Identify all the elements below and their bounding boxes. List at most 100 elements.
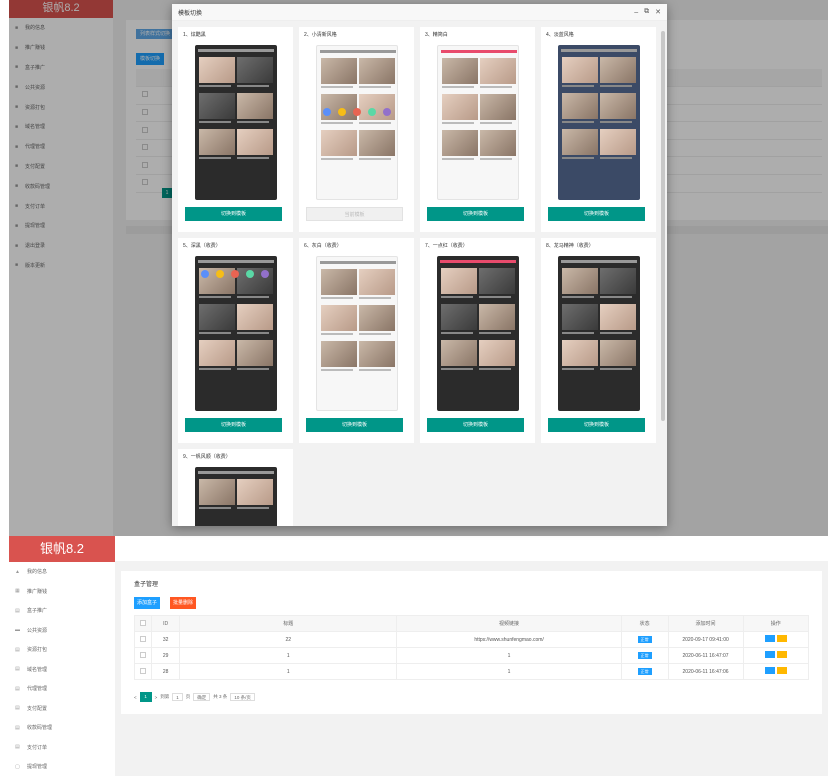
preview-caption bbox=[480, 158, 512, 160]
select-all-checkbox[interactable] bbox=[140, 619, 147, 626]
preview-category-dot bbox=[201, 270, 209, 278]
template-preview-image bbox=[437, 256, 519, 411]
preview-caption bbox=[441, 368, 473, 370]
row-id: 32 bbox=[151, 631, 181, 648]
row-checkbox[interactable] bbox=[133, 663, 153, 680]
template-preview-image bbox=[195, 45, 277, 200]
add-box-button[interactable]: 添加盒子 bbox=[134, 597, 161, 609]
preview-caption bbox=[237, 332, 269, 334]
switch-template-button[interactable]: 切换到模板 bbox=[306, 418, 403, 432]
template-card-title: 4、淡蓝风格 bbox=[546, 32, 574, 38]
sidebar-item[interactable]: ▤ 支付配置 bbox=[9, 699, 115, 719]
preview-photo bbox=[441, 304, 477, 330]
sidebar-item[interactable]: ▲ 我的信息 bbox=[9, 562, 115, 582]
template-card: 8、龙马精神（收费） 切换到模板 bbox=[541, 238, 656, 443]
sidebar-item[interactable]: ▤ 收款码管理 bbox=[9, 718, 115, 738]
preview-caption bbox=[321, 369, 353, 371]
status-badge[interactable]: 正常 bbox=[637, 636, 652, 643]
sidebar-item[interactable]: ▤ 域名管理 bbox=[9, 660, 115, 680]
switch-template-button[interactable]: 切换到模板 bbox=[185, 418, 282, 432]
row-checkbox[interactable] bbox=[133, 631, 153, 648]
close-icon[interactable]: ✕ bbox=[655, 8, 661, 16]
template-card-title: 2、小清新风格 bbox=[304, 32, 337, 38]
switch-template-button[interactable]: 切换到模板 bbox=[427, 207, 524, 221]
row-link: 1 bbox=[396, 663, 622, 680]
main-content: 盒子管理 添加盒子 批量删除 ID 标题 视频链接 状态 添加时间 操作 32 22 https… bbox=[115, 561, 828, 776]
row-title: 1 bbox=[179, 663, 398, 680]
switch-template-button[interactable]: 切换到模板 bbox=[548, 418, 645, 432]
preview-caption bbox=[321, 158, 353, 160]
edit-icon[interactable] bbox=[764, 651, 775, 658]
sidebar-item[interactable]: ▤ 代理管理 bbox=[9, 679, 115, 699]
prev-page-button[interactable]: < bbox=[134, 695, 137, 700]
preview-photo bbox=[359, 305, 395, 331]
switch-template-button[interactable]: 切换到模板 bbox=[548, 207, 645, 221]
template-card-title: 9、一帆风顺（收费） bbox=[183, 454, 231, 460]
template-card: 2、小清新风格 当前模板 bbox=[299, 27, 414, 232]
sidebar: 银帆8.2 ▲ 我的信息 ▦ 推广赚钱 ▤ 盒子推广 ▬ 公共资源 ▤ 资源打包 ▤ 域名管理 ▤ 代理管… bbox=[9, 536, 115, 776]
preview-header-bar bbox=[561, 260, 637, 263]
share-icon[interactable] bbox=[776, 651, 787, 658]
row-actions bbox=[742, 631, 810, 648]
preview-photo bbox=[359, 130, 395, 156]
sidebar-item[interactable]: ▢ 提现管理 bbox=[9, 757, 115, 776]
preview-photo bbox=[562, 340, 598, 366]
page-input[interactable]: 1 bbox=[172, 693, 183, 701]
preview-caption bbox=[359, 297, 391, 299]
preview-caption bbox=[237, 85, 269, 87]
confirm-button[interactable]: 确定 bbox=[193, 693, 211, 701]
preview-caption bbox=[600, 85, 632, 87]
sidebar-item[interactable]: ▦ 推广赚钱 bbox=[9, 582, 115, 602]
switch-template-button[interactable]: 切换到模板 bbox=[185, 207, 282, 221]
sidebar-item[interactable]: ▤ 盒子推广 bbox=[9, 601, 115, 621]
menu-icon: ▦ bbox=[15, 588, 20, 595]
template-preview-image bbox=[437, 45, 519, 200]
preview-photo bbox=[562, 304, 598, 330]
preview-caption bbox=[359, 122, 391, 124]
dialog-scrollbar[interactable] bbox=[661, 31, 665, 421]
minimize-icon[interactable]: – bbox=[634, 9, 638, 16]
status-badge[interactable]: 正常 bbox=[637, 652, 652, 659]
box-panel: 盒子管理 添加盒子 批量删除 ID 标题 视频链接 状态 添加时间 操作 32 22 https… bbox=[121, 571, 822, 714]
table-row: 28 1 1 正常 2020-06-11 16:47:06 bbox=[133, 663, 810, 680]
per-page-select[interactable]: 10 条/页 bbox=[230, 693, 255, 701]
preview-photo bbox=[562, 57, 598, 83]
table-header-cell: 操作 bbox=[742, 615, 810, 632]
preview-category-dot bbox=[323, 108, 331, 116]
template-card: 6、灰白（收费） 切换到模板 bbox=[299, 238, 414, 443]
share-icon[interactable] bbox=[776, 667, 787, 674]
preview-photo bbox=[600, 57, 636, 83]
template-card: 4、淡蓝风格切换到模板 bbox=[541, 27, 656, 232]
sidebar-item[interactable]: ▬ 公共资源 bbox=[9, 621, 115, 641]
sidebar-item-label: 提现管理 bbox=[27, 764, 48, 771]
table-header-cell: 添加时间 bbox=[667, 615, 744, 632]
edit-icon[interactable] bbox=[764, 635, 775, 642]
row-checkbox[interactable] bbox=[133, 647, 153, 664]
menu-icon: ▲ bbox=[15, 568, 20, 575]
edit-icon[interactable] bbox=[764, 667, 775, 674]
preview-header-bar bbox=[561, 49, 637, 52]
preview-category-dot bbox=[383, 108, 391, 116]
preview-caption bbox=[600, 296, 632, 298]
preview-photo bbox=[359, 269, 395, 295]
switch-template-button[interactable]: 切换到模板 bbox=[427, 418, 524, 432]
preview-caption bbox=[562, 121, 594, 123]
preview-caption bbox=[199, 121, 231, 123]
preview-photo bbox=[321, 94, 357, 120]
preview-caption bbox=[321, 333, 353, 335]
preview-photo bbox=[479, 304, 515, 330]
preview-caption bbox=[600, 368, 632, 370]
preview-photo bbox=[359, 341, 395, 367]
preview-photo bbox=[600, 268, 636, 294]
batch-delete-button[interactable]: 批量删除 bbox=[170, 597, 197, 609]
next-page-button[interactable]: > bbox=[155, 695, 158, 700]
sidebar-item[interactable]: ▤ 支付订单 bbox=[9, 738, 115, 758]
share-icon[interactable] bbox=[776, 635, 787, 642]
current-page[interactable]: 1 bbox=[139, 692, 152, 702]
sidebar-item[interactable]: ▤ 资源打包 bbox=[9, 640, 115, 660]
sidebar-item-label: 支付配置 bbox=[27, 705, 48, 712]
maximize-icon[interactable]: ⧉ bbox=[644, 8, 649, 16]
status-badge[interactable]: 正常 bbox=[637, 668, 652, 675]
row-id: 28 bbox=[151, 663, 181, 680]
preview-caption bbox=[199, 85, 231, 87]
